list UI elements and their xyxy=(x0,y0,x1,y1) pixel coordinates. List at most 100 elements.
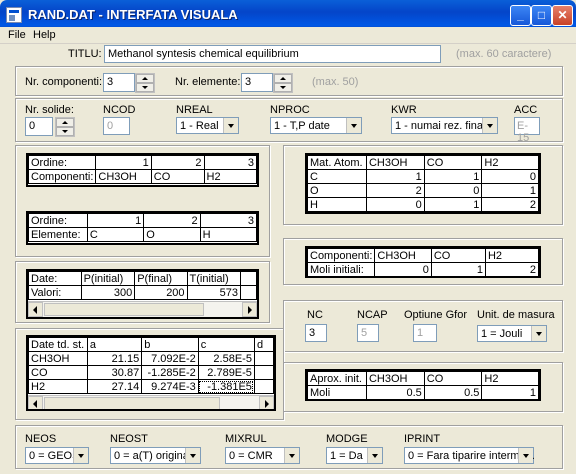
spin-up-icon[interactable] xyxy=(56,118,74,127)
table-cell[interactable]: 2 xyxy=(481,197,539,212)
table-cell[interactable]: 7.092E-2 xyxy=(141,351,199,366)
moli-init-grid[interactable]: Componenti: CH3OH CO H2 Moli initiali: 0 1 2 xyxy=(305,246,541,278)
solide-input[interactable]: 0 xyxy=(25,117,53,136)
scroll-thumb[interactable] xyxy=(44,303,204,316)
titlu-input[interactable]: Methanol syntesis chemical equilibrium xyxy=(104,45,441,63)
date-hscroll[interactable] xyxy=(28,301,257,317)
table-cell[interactable]: H2 xyxy=(203,169,257,184)
chevron-down-icon[interactable] xyxy=(346,118,361,133)
scroll-left-icon[interactable] xyxy=(28,396,43,409)
iprint-value: 0 = Fara tiparire intermed. xyxy=(408,450,535,462)
maximize-button[interactable]: □ xyxy=(531,5,552,26)
table-cell[interactable]: -1.285E-2 xyxy=(141,365,199,380)
chevron-down-icon[interactable] xyxy=(223,118,238,133)
table-cell[interactable] xyxy=(240,285,257,300)
titlu-hint: (max. 60 caractere) xyxy=(456,48,552,60)
kwr-select[interactable]: 1 - numai rez. finale xyxy=(391,117,498,134)
table-row: CO 30.87 -1.285E-2 2.789E-5 xyxy=(28,365,274,380)
table-cell[interactable]: 0 xyxy=(423,183,483,198)
table-cell[interactable] xyxy=(253,379,274,394)
chevron-down-icon[interactable] xyxy=(185,448,200,463)
table-cell[interactable]: 1 xyxy=(365,169,425,184)
componenti-spinner[interactable] xyxy=(135,73,155,93)
nproc-select[interactable]: 1 - T,P date xyxy=(270,117,362,134)
menu-help[interactable]: Help xyxy=(33,29,56,41)
table-cell[interactable]: 1 xyxy=(481,385,539,399)
table-cell[interactable]: 1 xyxy=(423,197,483,212)
table-cell[interactable]: 1 xyxy=(423,169,483,184)
mixrul-label: MIXRUL xyxy=(225,433,267,445)
chevron-down-icon[interactable] xyxy=(482,118,497,133)
table-row: Componenti: CH3OH CO H2 xyxy=(307,248,539,263)
table-cell[interactable]: CO xyxy=(150,169,205,184)
chevron-down-icon[interactable] xyxy=(73,448,88,463)
elemente-grid[interactable]: Ordine: 1 2 3 Elemente: C O H xyxy=(26,211,259,245)
neos-select[interactable]: 0 = GEOS xyxy=(25,447,89,464)
table-cell: 3 xyxy=(199,213,257,228)
minimize-button[interactable]: _ xyxy=(510,5,531,26)
date-td-hscroll[interactable] xyxy=(28,395,274,409)
table-cell[interactable]: 2.789E-5 xyxy=(197,365,255,380)
scroll-right-icon[interactable] xyxy=(242,302,257,317)
neost-select[interactable]: 0 = a(T) original xyxy=(110,447,201,464)
table-cell[interactable]: C xyxy=(86,227,145,242)
menu-file[interactable]: File xyxy=(8,29,26,41)
table-cell[interactable]: -1.381E5 xyxy=(197,379,255,394)
table-cell: c xyxy=(197,337,255,352)
ncod-input: 0 xyxy=(103,117,130,135)
scroll-left-icon[interactable] xyxy=(28,302,43,317)
table-cell[interactable]: 21.15 xyxy=(86,351,143,366)
table-cell[interactable]: 9.274E-3 xyxy=(141,379,199,394)
table-cell[interactable]: O xyxy=(143,227,201,242)
nc-input[interactable]: 3 xyxy=(305,324,327,342)
chevron-down-icon[interactable] xyxy=(367,448,382,463)
date-grid[interactable]: Date: P(initial) P(final) T(initial) Valori… xyxy=(26,269,259,319)
table-cell[interactable]: 300 xyxy=(80,285,136,300)
table-cell[interactable]: 1 xyxy=(481,183,539,198)
solide-spinner[interactable] xyxy=(55,117,75,137)
iprint-select[interactable]: 0 = Fara tiparire intermed. xyxy=(404,447,535,464)
date-td-table: Date td. st. a b c d CH3OH 21.15 7.092E-2 2.58E… xyxy=(28,337,274,394)
spin-down-icon[interactable] xyxy=(274,83,292,92)
scroll-right-icon[interactable] xyxy=(259,396,274,409)
table-cell[interactable]: 0.5 xyxy=(365,385,425,399)
aprox-grid[interactable]: Aprox. init. CH3OH CO H2 Moli 0.5 0.5 1 xyxy=(305,369,541,401)
elemente-spinner[interactable] xyxy=(273,73,293,93)
chevron-down-icon[interactable] xyxy=(284,448,299,463)
table-cell[interactable]: 27.14 xyxy=(86,379,143,394)
chevron-down-icon[interactable] xyxy=(531,326,546,341)
nreal-select[interactable]: 1 - Real xyxy=(176,117,239,134)
table-cell[interactable]: 200 xyxy=(134,285,188,300)
spin-up-icon[interactable] xyxy=(274,74,292,83)
table-cell[interactable] xyxy=(253,365,274,380)
elemente-input[interactable]: 3 xyxy=(241,73,273,92)
date-td-grid[interactable]: Date td. st. a b c d CH3OH 21.15 7.092E-2 2.58E… xyxy=(26,335,276,411)
close-button[interactable]: ✕ xyxy=(552,5,573,26)
scroll-thumb[interactable] xyxy=(44,397,220,409)
chevron-down-icon[interactable] xyxy=(518,448,533,463)
spin-down-icon[interactable] xyxy=(56,127,74,136)
table-cell[interactable]: 30.87 xyxy=(86,365,143,380)
table-cell[interactable]: 0 xyxy=(365,197,425,212)
table-cell[interactable]: 2.58E-5 xyxy=(197,351,255,366)
table-cell[interactable]: 573 xyxy=(186,285,242,300)
table-cell[interactable] xyxy=(253,351,274,366)
modge-select[interactable]: 1 = Da xyxy=(326,447,383,464)
spin-down-icon[interactable] xyxy=(136,83,154,92)
table-cell: C xyxy=(307,169,367,184)
componenti-grid[interactable]: Ordine: 1 2 3 Componenti: CH3OH CO H2 xyxy=(26,153,259,187)
componenti-input[interactable]: 3 xyxy=(103,73,135,92)
mixrul-select[interactable]: 0 = CMR xyxy=(225,447,300,464)
table-cell[interactable]: 0.5 xyxy=(423,385,483,399)
table-cell[interactable]: H xyxy=(199,227,257,242)
table-cell[interactable]: 2 xyxy=(365,183,425,198)
table-cell[interactable]: 1 xyxy=(430,262,486,276)
table-cell[interactable]: 0 xyxy=(481,169,539,184)
table-cell[interactable]: 2 xyxy=(484,262,539,276)
table-cell: CO xyxy=(423,155,483,170)
spin-up-icon[interactable] xyxy=(136,74,154,83)
table-cell[interactable]: 0 xyxy=(374,262,432,276)
unit-select[interactable]: 1 = Jouli xyxy=(477,325,547,342)
mat-atom-grid[interactable]: Mat. Atom. CH3OH CO H2 C110 O201 H012 xyxy=(305,153,541,214)
table-cell[interactable]: CH3OH xyxy=(95,169,152,184)
